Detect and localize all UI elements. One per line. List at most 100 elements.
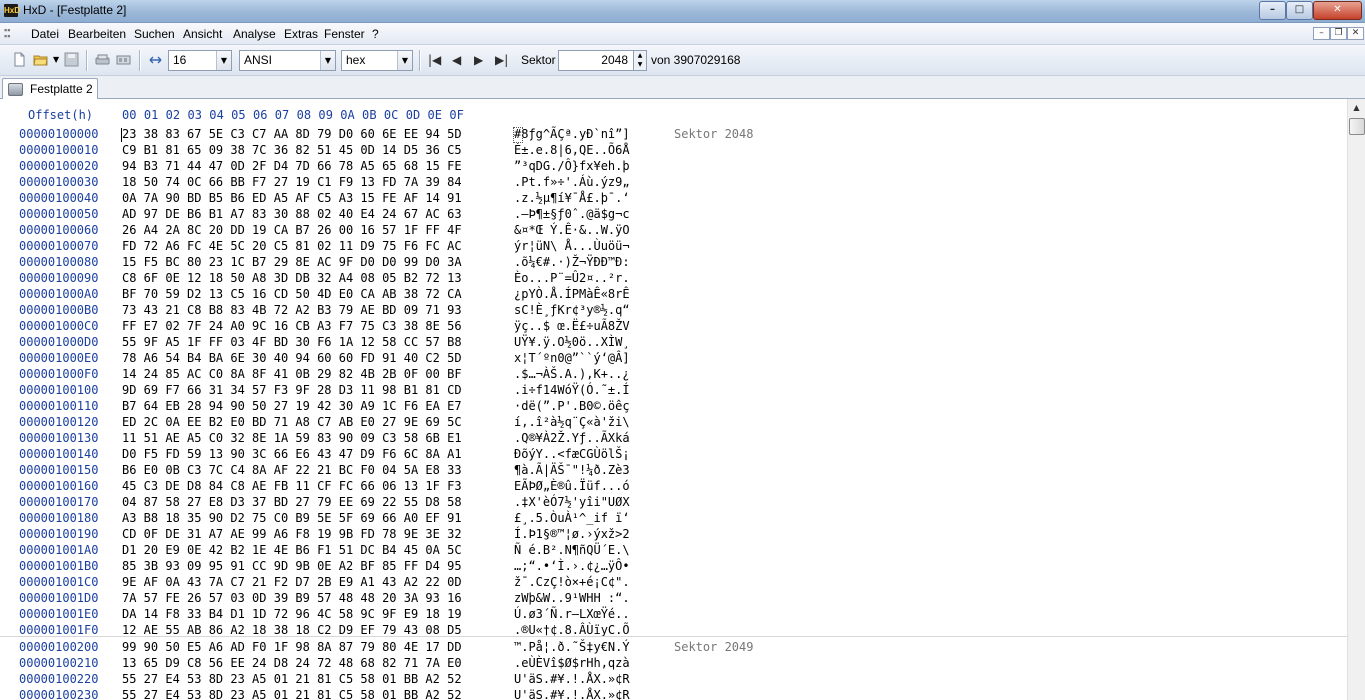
row-text[interactable]: .Q®¥À2Ž.Yƒ..ÃXká — [514, 431, 630, 445]
row-text[interactable]: .Pt.f»÷'.Áù.ýz9„ — [514, 175, 630, 189]
hex-row[interactable]: 00000100130 11 51 AE A5 C0 32 8E 1A 59 83… — [0, 430, 1347, 446]
hex-editor[interactable]: Offset(h) 00 01 02 03 04 05 06 07 08 09 … — [0, 99, 1347, 700]
row-text[interactable]: ”³qDG./Ô}fx¥eh.þ — [514, 159, 630, 173]
row-hex-bytes[interactable]: 12 AE 55 AB 86 A2 18 38 18 C2 D9 EF 79 4… — [122, 623, 462, 637]
chevron-down-icon[interactable]: ▼ — [320, 51, 335, 70]
offset-base-select[interactable]: hex ▼ — [341, 50, 413, 71]
hex-row[interactable]: 00000100190 CD 0F DE 31 A7 AE 99 A6 F8 19… — [0, 526, 1347, 542]
row-text[interactable]: .$…¬ÀŠ.A.)‚K+..¿ — [514, 367, 630, 381]
row-hex-bytes[interactable]: AD 97 DE B6 B1 A7 83 30 88 02 40 E4 24 6… — [122, 207, 462, 221]
row-hex-bytes[interactable]: BF 70 59 D2 13 C5 16 CD 50 4D E0 CA AB 3… — [122, 287, 462, 301]
row-text[interactable]: .z.½µ¶í¥¯Å£.þ¯.‘ — [514, 191, 630, 205]
hex-row[interactable]: 00000100160 45 C3 DE D8 84 C8 AE FB 11 CF… — [0, 478, 1347, 494]
row-text[interactable]: ÿç..$ œ.Ë£÷uÃ8ŽV — [514, 319, 630, 333]
hex-row[interactable]: 00000100030 18 50 74 0C 66 BB F7 27 19 C1… — [0, 174, 1347, 190]
row-hex-bytes[interactable]: 11 51 AE A5 C0 32 8E 1A 59 83 90 09 C3 5… — [122, 431, 462, 445]
hex-row[interactable]: 000001001E0 DA 14 F8 33 B4 D1 1D 72 96 4C… — [0, 606, 1347, 622]
row-text[interactable]: .—Þ¶±§ƒ0ˆ.@ä$g¬c — [514, 207, 630, 221]
hex-row[interactable]: 00000100050 AD 97 DE B6 B1 A7 83 30 88 02… — [0, 206, 1347, 222]
hex-row[interactable]: 00000100210 13 65 D9 C8 56 EE 24 D8 24 72… — [0, 655, 1347, 671]
row-hex-bytes[interactable]: 99 90 50 E5 A6 AD F0 1F 98 8A 87 79 80 4… — [122, 640, 462, 654]
row-text[interactable]: …;“.•‘Ì.›.¢¿…ÿÔ• — [514, 559, 630, 573]
mdi-minimize-button[interactable]: – — [1313, 27, 1330, 40]
row-text[interactable]: Ú.ø3´Ñ.r–LXœŸé.. — [514, 607, 630, 621]
sector-spinner[interactable]: ▲ ▼ — [633, 50, 647, 71]
row-hex-bytes[interactable]: FF E7 02 7F 24 A0 9C 16 CB A3 F7 75 C3 3… — [122, 319, 462, 333]
row-hex-bytes[interactable]: 23 38 83 67 5E C3 C7 AA 8D 79 D0 60 6E E… — [122, 127, 462, 141]
hex-row[interactable]: 000001001A0 D1 20 E9 0E 42 B2 1E 4E B6 F1… — [0, 542, 1347, 558]
scroll-thumb[interactable] — [1349, 118, 1365, 135]
row-text[interactable]: UŸ¥.ÿ.O½0ö..XÌW¸ — [514, 335, 630, 349]
menu-ansicht[interactable]: Ansicht — [183, 27, 222, 41]
row-text[interactable]: É±.e.8|6‚QE..Õ6Å — [514, 143, 630, 157]
row-hex-bytes[interactable]: 45 C3 DE D8 84 C8 AE FB 11 CF FC 66 06 1… — [122, 479, 462, 493]
menu-bearbeiten[interactable]: Bearbeiten — [68, 27, 126, 41]
hex-row[interactable]: 00000100020 94 B3 71 44 47 0D 2F D4 7D 66… — [0, 158, 1347, 174]
row-hex-bytes[interactable]: B6 E0 0B C3 7C C4 8A AF 22 21 BC F0 04 5… — [122, 463, 462, 477]
row-hex-bytes[interactable]: 26 A4 2A 8C 20 DD 19 CA B7 26 00 16 57 1… — [122, 223, 462, 237]
row-text[interactable]: .‡X'èÓ7½'yîi"UØX — [514, 495, 630, 509]
row-text[interactable]: Èo...P¨=Û2¤..²r. — [514, 271, 630, 285]
row-hex-bytes[interactable]: 55 9F A5 1F FF 03 4F BD 30 F6 1A 12 58 C… — [122, 335, 462, 349]
row-text[interactable]: £¸.5.ÒuÀ¹^_if ï‘ — [514, 511, 630, 525]
hex-row[interactable]: 000001001D0 7A 57 FE 26 57 03 0D 39 B9 57… — [0, 590, 1347, 606]
menu-fenster[interactable]: Fenster — [324, 27, 365, 41]
hex-row[interactable]: 000001000E0 78 A6 54 B4 BA 6E 30 40 94 60… — [0, 350, 1347, 366]
row-text[interactable]: Ñ é.B².N¶ñQÜ´E.\ — [514, 543, 630, 557]
row-hex-bytes[interactable]: A3 B8 18 35 90 D2 75 C0 B9 5E 5F 69 66 A… — [122, 511, 462, 525]
row-hex-bytes[interactable]: 9D 69 F7 66 31 34 57 F3 9F 28 D3 11 98 B… — [122, 383, 462, 397]
scroll-up-icon[interactable]: ▲ — [1349, 101, 1364, 115]
maximize-window-button[interactable]: □ — [1286, 1, 1313, 20]
menu-extras[interactable]: Extras — [284, 27, 318, 41]
hex-row[interactable]: 00000100040 0A 7A 90 BD B5 B6 ED A5 AF C5… — [0, 190, 1347, 206]
tab-festplatte-2[interactable]: Festplatte 2 — [2, 78, 98, 99]
open-disk-icon[interactable] — [95, 52, 110, 67]
charset-select[interactable]: ANSI ▼ — [239, 50, 336, 71]
hex-row[interactable]: 00000100080 15 F5 BC 80 23 1C B7 29 8E AC… — [0, 254, 1347, 270]
hex-row[interactable]: 00000100120 ED 2C 0A EE B2 E0 BD 71 A8 C7… — [0, 414, 1347, 430]
previous-sector-icon[interactable]: ◀ — [452, 53, 461, 67]
row-hex-bytes[interactable]: 13 65 D9 C8 56 EE 24 D8 24 72 48 68 82 7… — [122, 656, 462, 670]
row-text[interactable]: ™.På¦.ð.˜Š‡y€N.Ý — [514, 640, 630, 654]
row-text[interactable]: EÃÞØ„È®û.Ïüf...ó — [514, 479, 630, 493]
hex-row[interactable]: 00000100220 55 27 E4 53 8D 23 A5 01 21 81… — [0, 671, 1347, 687]
hex-row[interactable]: 00000100150 B6 E0 0B C3 7C C4 8A AF 22 21… — [0, 462, 1347, 478]
hex-row[interactable]: 00000100230 55 27 E4 53 8D 23 A5 01 21 81… — [0, 687, 1347, 700]
hex-row[interactable]: 00000100140 D0 F5 FD 59 13 90 3C 66 E6 43… — [0, 446, 1347, 462]
chevron-down-icon[interactable]: ▼ — [397, 51, 412, 70]
row-hex-bytes[interactable]: C9 B1 81 65 09 38 7C 36 82 51 45 0D 14 D… — [122, 143, 462, 157]
row-text[interactable]: ÐõýY..<fæCGÙölŠ¡ — [514, 447, 630, 461]
last-sector-icon[interactable]: ▶| — [495, 53, 508, 67]
row-hex-bytes[interactable]: 04 87 58 27 E8 D3 37 BD 27 79 EE 69 22 5… — [122, 495, 462, 509]
minimize-window-button[interactable]: – — [1259, 1, 1286, 20]
hex-row[interactable]: 00000100070 FD 72 A6 FC 4E 5C 20 C5 81 02… — [0, 238, 1347, 254]
row-text[interactable]: Í.Þ1§®™¦ø.›ýxž>2 — [514, 527, 630, 541]
menu-help[interactable]: ? — [372, 27, 379, 41]
row-text[interactable]: #8ƒg^ÃÇª.yÐ`nî”] — [514, 127, 630, 141]
menu-suchen[interactable]: Suchen — [134, 27, 175, 41]
first-sector-icon[interactable]: |◀ — [428, 53, 441, 67]
chevron-down-icon[interactable]: ▼ — [216, 51, 231, 70]
open-folder-icon[interactable] — [33, 52, 48, 67]
hex-row[interactable]: 000001000B0 73 43 21 C8 B8 83 4B 72 A2 B3… — [0, 302, 1347, 318]
row-hex-bytes[interactable]: ED 2C 0A EE B2 E0 BD 71 A8 C7 AB E0 27 9… — [122, 415, 462, 429]
row-hex-bytes[interactable]: D1 20 E9 0E 42 B2 1E 4E B6 F1 51 DC B4 4… — [122, 543, 462, 557]
hex-row[interactable]: 00000100060 26 A4 2A 8C 20 DD 19 CA B7 26… — [0, 222, 1347, 238]
hex-row[interactable]: 000001000A0 BF 70 59 D2 13 C5 16 CD 50 4D… — [0, 286, 1347, 302]
hex-row[interactable]: 00000100000 23 38 83 67 5E C3 C7 AA 8D 79… — [0, 126, 1347, 142]
row-hex-bytes[interactable]: D0 F5 FD 59 13 90 3C 66 E6 43 47 D9 F6 6… — [122, 447, 462, 461]
row-hex-bytes[interactable]: 55 27 E4 53 8D 23 A5 01 21 81 C5 58 01 B… — [122, 688, 462, 700]
menu-analyse[interactable]: Analyse — [233, 27, 276, 41]
hex-row[interactable]: 000001001C0 9E AF 0A 43 7A C7 21 F2 D7 2B… — [0, 574, 1347, 590]
row-hex-bytes[interactable]: 55 27 E4 53 8D 23 A5 01 21 81 C5 58 01 B… — [122, 672, 462, 686]
row-hex-bytes[interactable]: 85 3B 93 09 95 91 CC 9D 9B 0E A2 BF 85 F… — [122, 559, 462, 573]
next-sector-icon[interactable]: ▶ — [474, 53, 483, 67]
hex-row[interactable]: 00000100010 C9 B1 81 65 09 38 7C 36 82 51… — [0, 142, 1347, 158]
sector-input[interactable]: 2048 — [558, 50, 634, 71]
row-hex-bytes[interactable]: 9E AF 0A 43 7A C7 21 F2 D7 2B E9 A1 43 A… — [122, 575, 462, 589]
row-text[interactable]: .õ¼€#.·)Ž¬ŸÐÐ™Ð: — [514, 255, 630, 269]
row-text[interactable]: ·dë(”.P'.B0©.öêç — [514, 399, 630, 413]
hex-row[interactable]: 00000100200 99 90 50 E5 A6 AD F0 1F 98 8A… — [0, 639, 1347, 655]
row-text[interactable]: .®U«†¢.8.ÂÙïyC.Õ — [514, 623, 630, 637]
hex-row[interactable]: 00000100110 B7 64 EB 28 94 90 50 27 19 42… — [0, 398, 1347, 414]
